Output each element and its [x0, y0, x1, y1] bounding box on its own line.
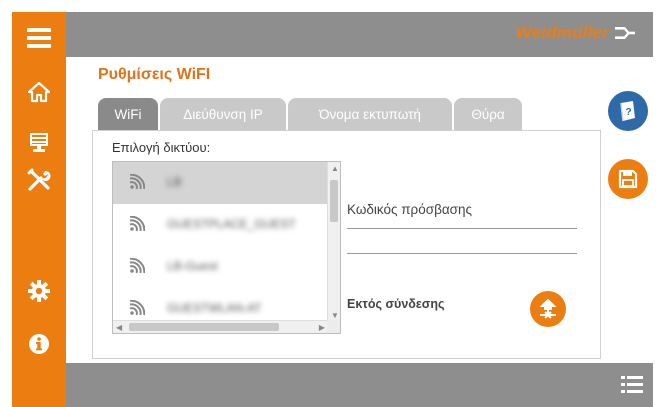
tools-icon[interactable]: [23, 164, 55, 196]
page-title: Ρυθμίσεις WiFI: [98, 66, 211, 83]
scroll-left-arrow-icon[interactable]: ◀: [116, 323, 122, 332]
svg-text:?: ?: [625, 107, 631, 118]
tab-wifi[interactable]: WiFi: [98, 98, 158, 130]
scroll-thumb[interactable]: [129, 323, 279, 331]
horizontal-scrollbar[interactable]: ◀ ▶: [113, 320, 328, 333]
network-name: GUESTWLAN-AT: [167, 301, 262, 315]
list-icon[interactable]: [621, 375, 643, 395]
sidebar: [12, 12, 66, 407]
password-label: Κωδικός πρόσβασης: [347, 202, 472, 217]
wifi-signal-icon: [129, 216, 145, 232]
info-icon[interactable]: [23, 328, 55, 360]
scroll-down-arrow-icon[interactable]: ▼: [331, 311, 339, 320]
top-bar: Weidmüller: [66, 12, 653, 57]
tab-ip-address[interactable]: Διεύθυνση IP: [160, 98, 286, 130]
network-disconnect-icon: [539, 298, 557, 319]
scroll-right-arrow-icon[interactable]: ▶: [319, 323, 325, 332]
home-icon[interactable]: [23, 76, 55, 108]
wifi-signal-icon: [129, 300, 145, 316]
wifi-signal-icon: [129, 258, 145, 274]
network-item[interactable]: LB-Guest: [113, 246, 328, 288]
brand-logo: Weidmüller: [516, 23, 635, 43]
network-name: GUESTPLACE_GUEST: [167, 217, 296, 231]
connection-status: Εκτός σύνδεσης: [347, 297, 445, 311]
network-select-label: Επιλογή δικτύου:: [112, 140, 211, 155]
brand-name: Weidmüller: [515, 23, 609, 42]
divider: [347, 253, 577, 254]
tab-port[interactable]: Θύρα: [454, 98, 522, 130]
gear-icon[interactable]: [23, 275, 55, 307]
scrollbar-corner: [327, 320, 340, 333]
network-name: LB: [167, 175, 182, 189]
network-item[interactable]: LB: [113, 162, 328, 204]
network-name: LB-Guest: [167, 259, 218, 273]
bottom-bar: [66, 363, 653, 407]
scroll-up-arrow-icon[interactable]: ▲: [331, 164, 339, 173]
menu-icon[interactable]: [23, 22, 55, 54]
network-list[interactable]: LB GUESTPLACE_GUEST LB-Guest GUESTWLAN-A…: [112, 161, 341, 334]
save-disk-icon: [618, 169, 638, 189]
weidmuller-logo-icon: [615, 27, 635, 39]
help-button[interactable]: ?: [608, 91, 648, 131]
help-book-icon: ?: [620, 101, 635, 122]
app-window: Weidmüller Ρυθμίσεις WiFI WiFi Διεύθυνση…: [12, 12, 653, 407]
disconnect-button[interactable]: [530, 291, 566, 327]
printer-screen-icon[interactable]: [23, 126, 55, 158]
vertical-scrollbar[interactable]: ▲ ▼: [327, 162, 340, 322]
tab-printer-name[interactable]: Όνομα εκτυπωτή: [288, 98, 452, 130]
save-button[interactable]: [608, 159, 648, 199]
scroll-thumb[interactable]: [330, 180, 338, 222]
wifi-signal-icon: [129, 174, 145, 190]
network-item[interactable]: GUESTPLACE_GUEST: [113, 204, 328, 246]
password-field[interactable]: [347, 228, 577, 229]
